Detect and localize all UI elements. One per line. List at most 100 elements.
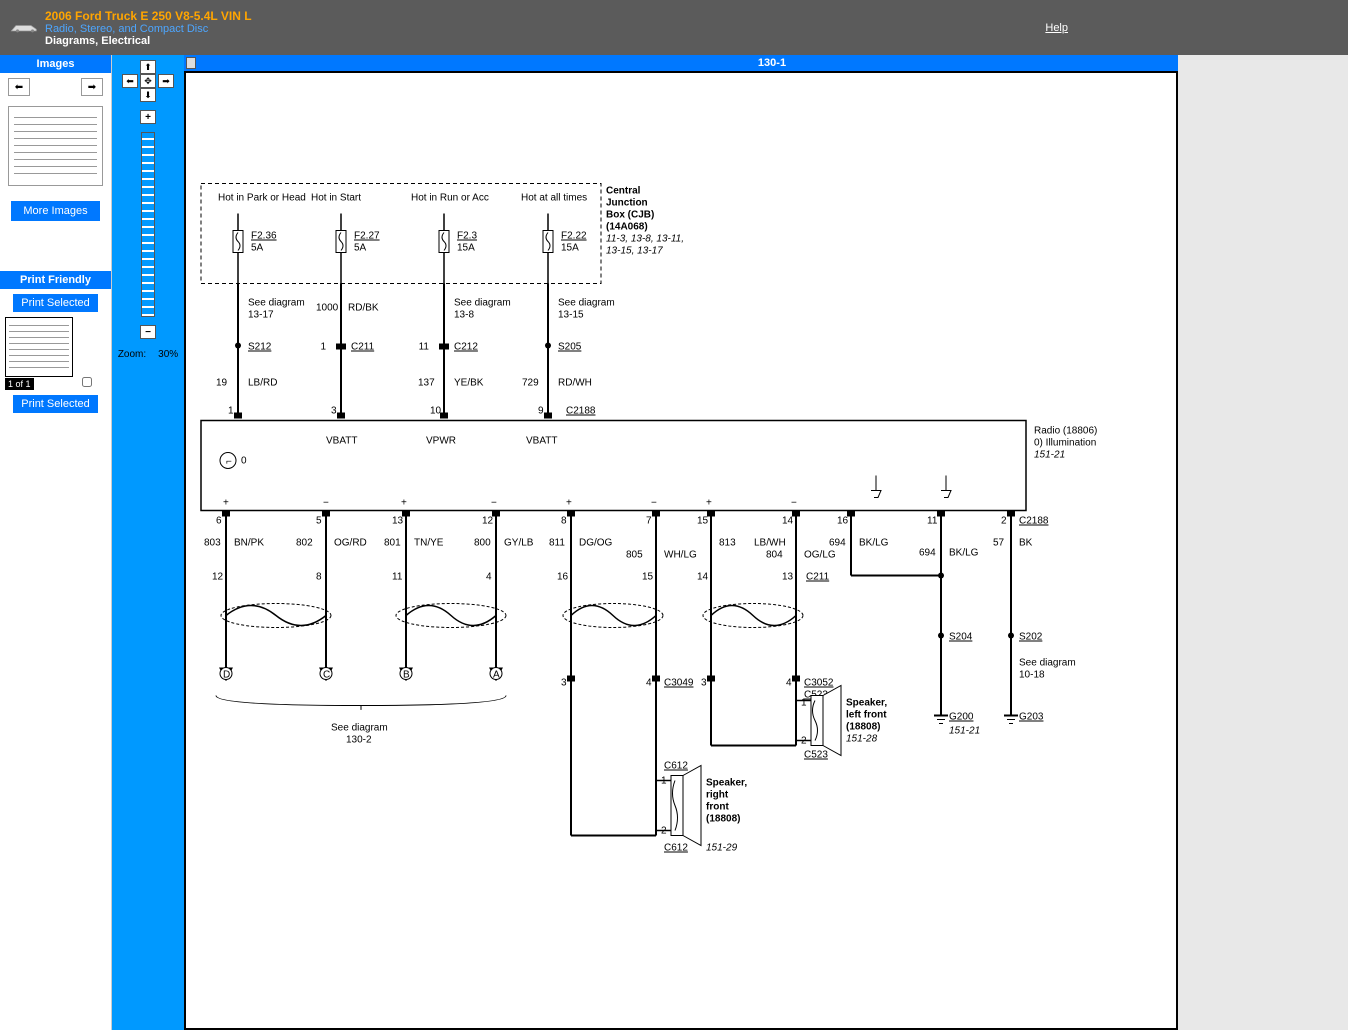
- svg-text:11: 11: [927, 516, 938, 527]
- svg-text:804: 804: [766, 550, 783, 561]
- header-text-block: 2006 Ford Truck E 250 V8-5.4L VIN L Radi…: [45, 9, 252, 47]
- pan-down-button[interactable]: ⬇: [140, 88, 156, 102]
- zoom-in-button[interactable]: +: [140, 110, 156, 124]
- svg-text:813: 813: [719, 538, 736, 549]
- zoom-label-text: Zoom:: [118, 349, 146, 360]
- svg-text:13: 13: [782, 572, 794, 583]
- svg-text:See diagram: See diagram: [454, 298, 511, 309]
- svg-text:S212: S212: [248, 342, 272, 353]
- svg-text:GY/LB: GY/LB: [504, 538, 534, 549]
- svg-text:See diagram: See diagram: [248, 298, 305, 309]
- pan-right-button[interactable]: ➡: [158, 74, 174, 88]
- svg-text:800: 800: [474, 538, 491, 549]
- svg-text:15: 15: [642, 572, 654, 583]
- svg-text:left front: left front: [846, 710, 887, 721]
- svg-text:G203: G203: [1019, 712, 1044, 723]
- svg-text:C2188: C2188: [1019, 516, 1049, 527]
- svg-text:BN/PK: BN/PK: [234, 538, 264, 549]
- svg-text:LB/WH: LB/WH: [754, 538, 786, 549]
- svg-text:+: +: [401, 498, 407, 509]
- svg-text:5: 5: [316, 516, 322, 527]
- svg-text:805: 805: [626, 550, 643, 561]
- section-subtitle: Diagrams, Electrical: [45, 35, 252, 47]
- svg-text:OG/LG: OG/LG: [804, 550, 836, 561]
- svg-text:2: 2: [661, 826, 667, 837]
- svg-text:2: 2: [1001, 516, 1007, 527]
- svg-text:16: 16: [837, 516, 849, 527]
- pan-left-button[interactable]: ⬅: [122, 74, 138, 88]
- zoom-readout: Zoom: 30%: [118, 349, 178, 360]
- zoom-slider[interactable]: [141, 132, 155, 317]
- svg-text:C612: C612: [664, 843, 688, 854]
- svg-text:Speaker,: Speaker,: [846, 698, 887, 709]
- svg-text:C211: C211: [351, 342, 375, 353]
- svg-text:VBATT: VBATT: [526, 436, 557, 447]
- svg-text:right: right: [706, 790, 729, 801]
- svg-text:801: 801: [384, 538, 401, 549]
- pan-up-button[interactable]: ⬆: [140, 60, 156, 74]
- svg-text:Hot in Park or Head: Hot in Park or Head: [218, 193, 306, 204]
- next-image-button[interactable]: ➡: [81, 78, 103, 96]
- svg-text:−: −: [791, 498, 797, 509]
- select-page-checkbox[interactable]: [82, 377, 92, 387]
- svg-text:15A: 15A: [561, 243, 579, 254]
- svg-text:0: 0: [241, 456, 247, 467]
- svg-text:802: 802: [296, 538, 313, 549]
- print-thumbnail[interactable]: [5, 317, 73, 377]
- pan-center-button[interactable]: ✥: [140, 74, 156, 88]
- svg-text:0) Illumination: 0) Illumination: [1034, 438, 1096, 449]
- svg-text:16: 16: [557, 572, 569, 583]
- diagram-title-bar: 130-1: [184, 55, 1348, 71]
- svg-text:11: 11: [419, 342, 430, 353]
- prev-image-button[interactable]: ⬅: [8, 78, 30, 96]
- print-selected-button-2[interactable]: Print Selected: [13, 395, 97, 413]
- svg-text:3: 3: [331, 406, 337, 417]
- svg-text:LB/RD: LB/RD: [248, 378, 277, 389]
- svg-text:11: 11: [392, 572, 403, 583]
- zoom-out-button[interactable]: −: [140, 325, 156, 339]
- svg-text:57: 57: [993, 538, 1005, 549]
- system-subtitle[interactable]: Radio, Stereo, and Compact Disc: [45, 23, 252, 35]
- svg-text:C3052: C3052: [804, 678, 834, 689]
- svg-text:1000: 1000: [316, 303, 339, 314]
- svg-text:C: C: [323, 670, 330, 681]
- svg-text:1: 1: [801, 698, 807, 709]
- svg-text:TN/YE: TN/YE: [414, 538, 444, 549]
- app-header: 2006 Ford Truck E 250 V8-5.4L VIN L Radi…: [0, 0, 1348, 55]
- svg-text:⌐: ⌐: [226, 457, 232, 468]
- svg-text:Hot in Run or Acc: Hot in Run or Acc: [411, 193, 489, 204]
- svg-text:4: 4: [486, 572, 492, 583]
- cjb-part: (14A068): [606, 222, 648, 233]
- print-selected-button-1[interactable]: Print Selected: [13, 294, 97, 312]
- toolbar-handle-icon: [186, 57, 196, 69]
- svg-text:+: +: [223, 498, 229, 509]
- svg-text:See diagram: See diagram: [558, 298, 615, 309]
- svg-text:−: −: [491, 498, 497, 509]
- svg-text:14: 14: [782, 516, 794, 527]
- svg-text:3: 3: [701, 678, 707, 689]
- help-link[interactable]: Help: [1045, 22, 1068, 34]
- svg-text:13-17: 13-17: [248, 310, 274, 321]
- svg-text:−: −: [651, 498, 657, 509]
- svg-text:VBATT: VBATT: [326, 436, 357, 447]
- svg-text:811: 811: [549, 538, 565, 549]
- svg-text:5A: 5A: [251, 243, 264, 254]
- image-thumbnail[interactable]: [8, 106, 103, 186]
- svg-text:137: 137: [418, 378, 435, 389]
- fuse-group: Hot in Park or Head F2.36 5A Hot in Star…: [218, 193, 587, 284]
- svg-text:8: 8: [316, 572, 322, 583]
- svg-text:front: front: [706, 802, 729, 813]
- cjb-name-2: Junction: [606, 198, 648, 209]
- more-images-button[interactable]: More Images: [11, 201, 99, 221]
- svg-text:See diagram: See diagram: [331, 723, 388, 734]
- svg-text:F2.3: F2.3: [457, 231, 477, 242]
- svg-text:C212: C212: [454, 342, 478, 353]
- wiring-diagram[interactable]: Central Junction Box (CJB) (14A068) 11-3…: [184, 71, 1178, 1030]
- svg-text:3: 3: [561, 678, 567, 689]
- svg-text:694: 694: [919, 548, 936, 559]
- svg-text:2: 2: [801, 736, 807, 747]
- svg-text:BK/LG: BK/LG: [859, 538, 889, 549]
- svg-text:13-15: 13-15: [558, 310, 584, 321]
- svg-text:694: 694: [829, 538, 846, 549]
- svg-text:4: 4: [646, 678, 652, 689]
